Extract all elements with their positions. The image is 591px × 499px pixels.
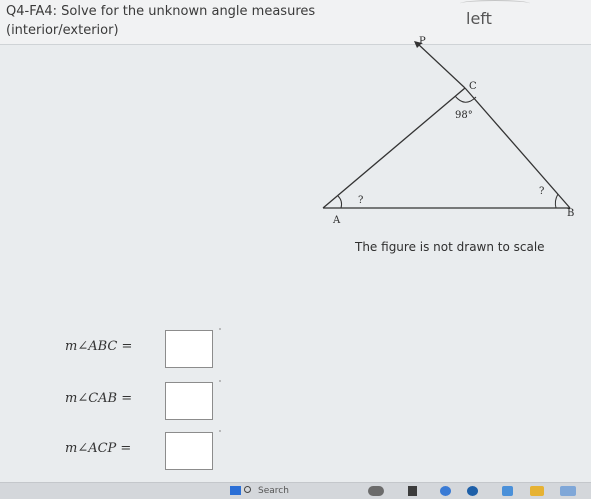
app-icon[interactable] (440, 486, 451, 496)
expression-acp: m∠ACP = (65, 441, 132, 456)
angle-a-unknown: ? (358, 195, 363, 206)
side-ca (322, 87, 466, 209)
ink-dot (219, 380, 221, 382)
answer-input-acp[interactable] (165, 432, 213, 470)
app-icon[interactable] (467, 486, 478, 496)
angle-c-value: 98° (455, 110, 473, 121)
folder-icon[interactable] (530, 486, 544, 496)
expression-cab: m∠CAB = (65, 391, 133, 406)
angle-b-unknown: ? (539, 186, 544, 197)
answer-input-cab[interactable] (165, 382, 213, 420)
app-icon[interactable] (560, 486, 576, 496)
ray-cp (417, 43, 466, 89)
angle-arc-b (554, 193, 559, 209)
app-icon[interactable] (502, 486, 513, 496)
ink-dot (219, 430, 221, 432)
search-icon[interactable] (244, 486, 251, 493)
label-a: A (332, 215, 341, 226)
start-windows-icon[interactable] (230, 486, 241, 495)
side-cb (464, 87, 571, 209)
handwritten-note: left (466, 9, 492, 28)
ink-dot (219, 328, 221, 330)
answer-input-abc[interactable] (165, 330, 213, 368)
expression-abc: m∠ABC = (65, 339, 133, 354)
label-p: P (419, 36, 426, 47)
prompt-line-1: Q4-FA4: Solve for the unknown angle meas… (6, 4, 316, 19)
question-prompt: Q4-FA4: Solve for the unknown angle meas… (6, 2, 315, 40)
app-icon[interactable] (408, 486, 417, 496)
app-icon[interactable] (368, 486, 384, 496)
taskbar-search[interactable]: Search (258, 486, 289, 496)
angle-arc-a (337, 195, 343, 209)
taskbar: Search (0, 482, 591, 499)
label-b: B (567, 208, 574, 219)
triangle-figure: P C 98° ? ? A B (322, 36, 574, 226)
prompt-line-2: (interior/exterior) (6, 23, 119, 38)
ink-scribble (460, 0, 530, 7)
scale-note: The figure is not drawn to scale (355, 240, 545, 254)
label-c: C (469, 81, 477, 92)
